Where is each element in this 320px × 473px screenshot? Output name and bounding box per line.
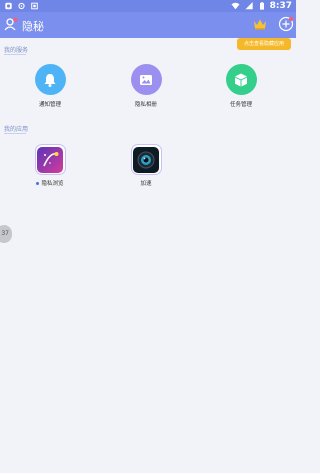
browser-icon: [37, 146, 63, 173]
app-label: 加速: [116, 179, 176, 187]
crown-icon[interactable]: [253, 18, 267, 30]
hidden-apps-tooltip[interactable]: 点击查看隐藏应用: [237, 38, 291, 50]
app-bar: 隐秘: [0, 12, 296, 38]
app-icon-tile: [34, 144, 66, 175]
status-time: 8:37: [269, 1, 292, 11]
apps-section-title: 我的应用: [4, 126, 29, 133]
service-label: 任务管理: [229, 102, 252, 108]
service-icon-circle: [225, 64, 257, 95]
page-title: 隐秘: [22, 20, 44, 33]
status-bar: 8:37: [0, 0, 296, 12]
camera-lens-icon: [133, 146, 159, 173]
status-left-icons: [4, 1, 39, 11]
service-task-manager[interactable]: 任务管理: [211, 64, 271, 108]
service-label: 通知管理: [38, 102, 61, 108]
wifi-icon: [231, 2, 240, 10]
service-notification-manager[interactable]: 通知管理: [20, 64, 80, 108]
app-label-text: 加速: [140, 181, 152, 187]
android-icon: [5, 2, 12, 10]
app-label: 隐私浏览: [20, 179, 80, 187]
gear-icon: [18, 2, 25, 10]
app-private-browser[interactable]: 隐私浏览: [20, 144, 80, 187]
section-divider: [4, 133, 26, 134]
service-private-album[interactable]: 隐私相册: [116, 64, 176, 108]
app-label-text: 隐私浏览: [41, 181, 64, 187]
battery-icon: [259, 2, 264, 10]
notification-icon: [31, 2, 38, 10]
service-icon-circle: [130, 64, 162, 95]
bell-icon: [44, 73, 56, 87]
app-accelerate[interactable]: 加速: [116, 144, 176, 187]
cube-icon: [235, 73, 247, 86]
signal-icon: [245, 2, 253, 10]
user-profile-icon[interactable]: [4, 17, 18, 31]
service-label: 隐私相册: [134, 102, 157, 108]
add-circle-icon[interactable]: [278, 16, 294, 32]
new-indicator-dot: [36, 181, 40, 185]
image-icon: [140, 74, 152, 85]
services-section-title: 我的服务: [4, 47, 29, 54]
status-right-icons: 8:37: [231, 0, 292, 12]
service-icon-circle: [34, 64, 66, 95]
app-icon-tile: [130, 144, 162, 175]
floating-side-tab[interactable]: 37: [0, 225, 12, 243]
section-divider: [4, 54, 26, 55]
